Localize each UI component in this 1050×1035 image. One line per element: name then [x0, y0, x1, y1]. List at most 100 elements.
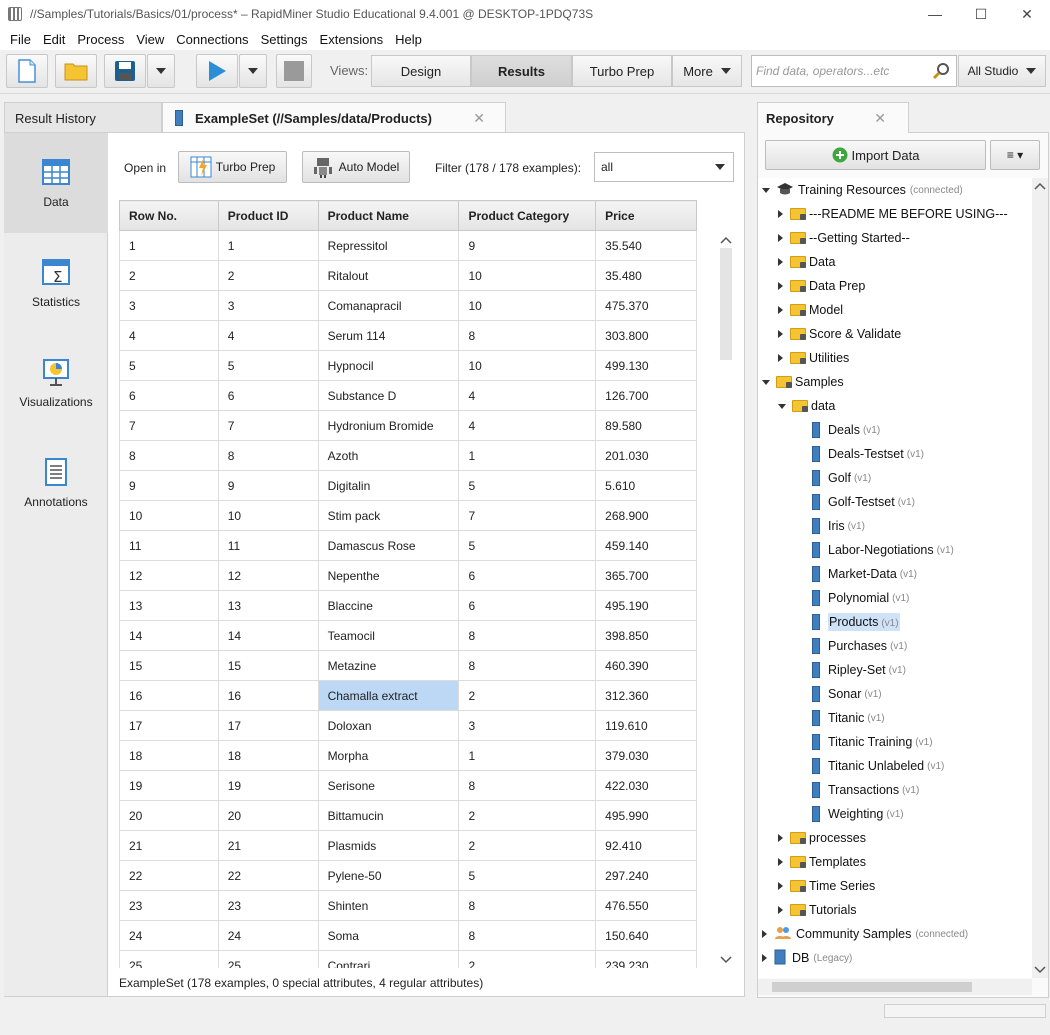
repository-tree-item[interactable]: Golf (v1)	[812, 466, 871, 490]
run-process-button[interactable]	[196, 54, 238, 88]
expand-right-icon[interactable]	[778, 882, 783, 890]
table-cell[interactable]: 8	[458, 770, 597, 801]
repository-tree-item[interactable]: Market-Data (v1)	[812, 562, 917, 586]
table-cell[interactable]: 23	[119, 890, 219, 921]
expand-right-icon[interactable]	[778, 906, 783, 914]
scrollbar-thumb[interactable]	[772, 982, 972, 992]
table-cell[interactable]: Repressitol	[317, 230, 460, 261]
view-results-tab[interactable]: Results	[471, 55, 572, 87]
table-row[interactable]: 21 21 Plasmids 2 92.410	[119, 830, 697, 861]
table-cell[interactable]: 5	[119, 350, 219, 381]
table-cell[interactable]: 459.140	[595, 530, 697, 561]
table-row[interactable]: 14 14 Teamocil 8 398.850	[119, 620, 697, 651]
table-cell[interactable]: 89.580	[595, 410, 697, 441]
menu-edit[interactable]: Edit	[37, 32, 71, 47]
table-cell[interactable]: 365.700	[595, 560, 697, 591]
repository-tree-item[interactable]: Purchases (v1)	[812, 634, 907, 658]
repository-tree-item[interactable]: Training Resources (connected)	[762, 178, 963, 202]
table-cell[interactable]: Teamocil	[317, 620, 460, 651]
table-cell[interactable]: 5	[458, 470, 597, 501]
table-row[interactable]: 18 18 Morpha 1 379.030	[119, 740, 697, 771]
sidebar-item-data[interactable]: Data	[4, 133, 108, 233]
column-header[interactable]: Product ID	[217, 200, 319, 231]
open-process-button[interactable]	[55, 54, 97, 88]
expand-right-icon[interactable]	[778, 306, 783, 314]
table-cell[interactable]: 312.360	[595, 680, 697, 711]
table-cell[interactable]: Morpha	[317, 740, 460, 771]
table-cell[interactable]: 126.700	[595, 380, 697, 411]
menu-extensions[interactable]: Extensions	[314, 32, 390, 47]
table-cell[interactable]: 239.230	[595, 950, 697, 968]
table-cell[interactable]: 24	[119, 920, 219, 951]
table-cell[interactable]: 6	[458, 590, 597, 621]
expand-right-icon[interactable]	[778, 330, 783, 338]
table-cell[interactable]: 21	[119, 830, 219, 861]
new-process-button[interactable]	[6, 54, 48, 88]
table-cell[interactable]: 3	[458, 710, 597, 741]
save-process-button[interactable]	[104, 54, 146, 88]
table-cell[interactable]: 18	[217, 740, 319, 771]
table-cell[interactable]: Azoth	[317, 440, 460, 471]
repository-tree-item[interactable]: Score & Validate	[778, 322, 901, 346]
table-row[interactable]: 23 23 Shinten 8 476.550	[119, 890, 697, 921]
close-tab-icon[interactable]: ✕	[473, 110, 485, 127]
table-cell[interactable]: 5	[458, 860, 597, 891]
table-cell[interactable]: Doloxan	[317, 710, 460, 741]
table-cell[interactable]: 268.900	[595, 500, 697, 531]
scroll-up-icon[interactable]	[1032, 180, 1048, 192]
menu-settings[interactable]: Settings	[255, 32, 314, 47]
maximize-button[interactable]: ☐	[958, 0, 1004, 28]
table-cell[interactable]: 22	[217, 860, 319, 891]
table-cell[interactable]: Substance D	[317, 380, 460, 411]
table-cell[interactable]: Hydronium Bromide	[317, 410, 460, 441]
table-cell[interactable]: 24	[217, 920, 319, 951]
table-cell[interactable]: 4	[458, 380, 597, 411]
scrollbar-thumb[interactable]	[720, 248, 732, 360]
table-cell[interactable]: 13	[119, 590, 219, 621]
repository-horizontal-scrollbar[interactable]	[758, 979, 1032, 995]
table-cell[interactable]: Bittamucin	[317, 800, 460, 831]
table-cell[interactable]: Comanapracil	[317, 290, 460, 321]
expand-down-icon[interactable]	[778, 403, 786, 409]
repository-tree-item[interactable]: Community Samples (connected)	[762, 922, 968, 946]
table-cell[interactable]: 379.030	[595, 740, 697, 771]
table-cell[interactable]: 10	[458, 290, 597, 321]
table-cell[interactable]: Serisone	[317, 770, 460, 801]
table-cell[interactable]: Metazine	[317, 650, 460, 681]
repository-tree-item[interactable]: Data Prep	[778, 274, 865, 298]
repository-tree-item[interactable]: data	[778, 394, 835, 418]
close-button[interactable]: ✕	[1004, 0, 1050, 28]
table-cell[interactable]: 21	[217, 830, 319, 861]
table-row[interactable]: 8 8 Azoth 1 201.030	[119, 440, 697, 471]
table-cell[interactable]: 6	[217, 380, 319, 411]
table-cell[interactable]: 4	[119, 320, 219, 351]
table-cell[interactable]: 1	[458, 440, 597, 471]
table-cell[interactable]: 398.850	[595, 620, 697, 651]
table-cell[interactable]: 6	[458, 560, 597, 591]
table-cell[interactable]: 25	[119, 950, 219, 968]
repository-tree-item[interactable]: Tutorials	[778, 898, 856, 922]
table-row[interactable]: 7 7 Hydronium Bromide 4 89.580	[119, 410, 697, 441]
repository-tree-item[interactable]: Deals (v1)	[812, 418, 880, 442]
repository-tree-item[interactable]: Titanic (v1)	[812, 706, 885, 730]
table-cell[interactable]: 3	[217, 290, 319, 321]
table-cell[interactable]: Chamalla extract	[317, 680, 460, 711]
table-cell[interactable]: 13	[217, 590, 319, 621]
table-cell[interactable]: Plasmids	[317, 830, 460, 861]
table-row[interactable]: 9 9 Digitalin 5 5.610	[119, 470, 697, 501]
table-cell[interactable]: 12	[217, 560, 319, 591]
table-cell[interactable]: 35.540	[595, 230, 697, 261]
table-cell[interactable]: 16	[217, 680, 319, 711]
table-cell[interactable]: 23	[217, 890, 319, 921]
table-cell[interactable]: 3	[119, 290, 219, 321]
table-cell[interactable]: Nepenthe	[317, 560, 460, 591]
repository-tree-item[interactable]: Iris (v1)	[812, 514, 865, 538]
expand-down-icon[interactable]	[762, 187, 770, 193]
table-cell[interactable]: 22	[119, 860, 219, 891]
table-cell[interactable]: 201.030	[595, 440, 697, 471]
repository-tree-item[interactable]: Titanic Unlabeled (v1)	[812, 754, 944, 778]
repository-tree-item[interactable]: Samples	[762, 370, 844, 394]
sidebar-item-annotations[interactable]: Annotations	[4, 433, 108, 533]
column-header[interactable]: Product Name	[317, 200, 460, 231]
table-cell[interactable]: 150.640	[595, 920, 697, 951]
